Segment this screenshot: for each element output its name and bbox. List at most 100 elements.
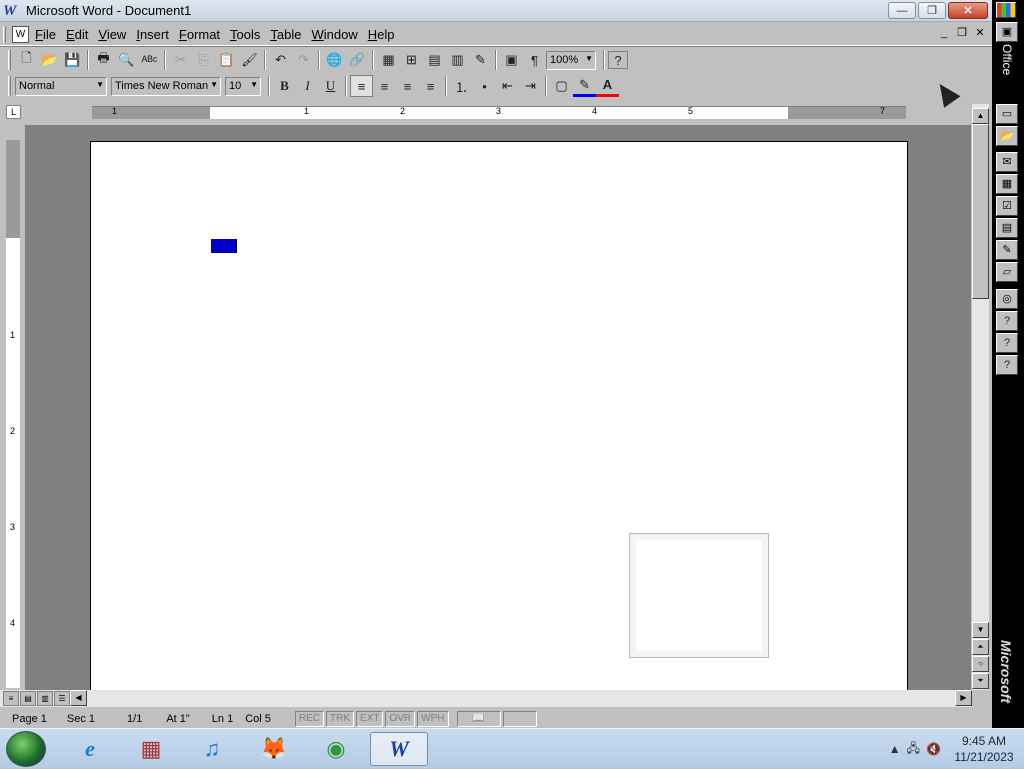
menu-file[interactable]: File [30,27,61,43]
menu-help[interactable]: Help [363,27,400,43]
chrome-icon[interactable]: ◉ [312,732,360,766]
help-icon[interactable]: ? [996,355,1018,375]
menu-edit[interactable]: Edit [61,27,93,43]
rec-indicator[interactable]: REC [294,710,325,727]
new-message-icon[interactable]: ✉ [996,152,1018,172]
columns-icon[interactable]: ▥ [446,49,469,71]
volume-muted-icon[interactable]: 🔇 [926,742,941,756]
document-map-icon[interactable]: ▣ [500,49,523,71]
doc-restore-button[interactable]: ❐ [954,26,970,40]
cut-icon[interactable]: ✂ [169,49,192,71]
vertical-scrollbar[interactable]: ▲ ▼ ⏶ ○ ⏷ [972,104,989,690]
numbering-icon[interactable]: ⒈ [450,75,473,97]
prev-page-button[interactable]: ⏶ [972,639,989,655]
insert-excel-icon[interactable]: ▤ [423,49,446,71]
new-office-doc-icon[interactable]: ▭ [996,104,1018,124]
open-folder-icon[interactable]: 📂 [38,49,61,71]
new-note-icon[interactable]: ▱ [996,262,1018,282]
scroll-down-button[interactable]: ▼ [972,622,989,638]
print-icon[interactable]: 🖶 [92,49,115,71]
redo-icon[interactable]: ↷ [292,49,315,71]
align-left-icon[interactable]: ≡ [350,75,373,97]
selected-text[interactable] [211,239,237,253]
menu-table[interactable]: Table [265,27,306,43]
media-center-icon[interactable]: ▦ [127,732,175,766]
menu-tools[interactable]: Tools [225,27,265,43]
word-taskbar-button[interactable]: W [370,732,428,766]
font-color-icon[interactable]: A [596,75,619,97]
scroll-up-button[interactable]: ▲ [972,108,989,124]
internet-explorer-icon[interactable]: e [66,732,114,766]
start-button[interactable] [6,731,46,767]
save-icon[interactable]: 💾 [61,49,84,71]
ext-indicator[interactable]: EXT [356,710,384,727]
normal-view-button[interactable]: ≡ [3,691,19,706]
bold-button[interactable]: B [273,75,296,97]
ruler-strip[interactable]: 1 1 2 3 4 5 7 [92,106,906,119]
toolbar-grip[interactable] [8,76,11,96]
firefox-icon[interactable]: 🦊 [250,732,298,766]
wph-indicator[interactable]: WPH [417,710,449,727]
ovr-indicator[interactable]: OVR [385,710,416,727]
show-hidden-icons-icon[interactable]: ▲ [889,742,901,756]
border-icon[interactable]: ▢ [550,75,573,97]
scroll-thumb[interactable] [972,124,989,299]
outline-view-button[interactable]: ☰ [54,691,70,706]
drawing-icon[interactable]: ✎ [469,49,492,71]
itunes-icon[interactable]: ♫ [188,732,236,766]
tables-borders-icon[interactable]: ▦ [377,49,400,71]
menu-insert[interactable]: Insert [131,27,174,43]
open-office-doc-icon[interactable]: 📂 [996,126,1018,146]
highlight-icon[interactable]: ✎ [573,75,596,97]
vertical-ruler[interactable]: 1 2 3 4 [6,140,20,688]
format-painter-icon[interactable]: 🖌 [238,49,261,71]
msn-icon[interactable]: ◎ [996,289,1018,309]
new-document-icon[interactable]: 🗋 [15,49,38,71]
hyperlink-icon[interactable]: 🔗 [346,49,369,71]
scroll-left-button[interactable]: ◀ [70,690,87,706]
clock[interactable]: 9:45 AM 11/21/2023 [944,733,1024,765]
font-size-combo[interactable]: 10 ▼ [225,76,261,96]
new-contact-icon[interactable]: ▤ [996,218,1018,238]
trk-indicator[interactable]: TRK [326,710,355,727]
align-center-icon[interactable]: ≡ [373,75,396,97]
restore-button[interactable]: ❐ [918,2,946,19]
spelling-icon[interactable]: ᴬᴮᶜ [138,49,161,71]
bullets-icon[interactable]: • [473,75,496,97]
copy-icon[interactable]: ⎘ [192,49,215,71]
align-right-icon[interactable]: ≡ [396,75,419,97]
show-hide-icon[interactable]: ¶ [523,49,546,71]
justify-icon[interactable]: ≡ [419,75,442,97]
horizontal-scrollbar[interactable]: ≡ ▤ ▥ ☰ ◀ ▶ [0,690,972,707]
increase-indent-icon[interactable]: ⇥ [519,75,542,97]
doc-minimize-button[interactable]: _ [936,26,952,40]
select-browse-object-button[interactable]: ○ [972,656,989,672]
help-icon[interactable]: ? [996,311,1018,331]
toolbar-grip[interactable] [8,50,11,70]
print-preview-icon[interactable]: 🔍 [115,49,138,71]
spelling-status-icon[interactable]: 📖 [456,710,501,727]
office-menu-icon[interactable]: ▣ [996,22,1018,42]
underline-button[interactable]: U [319,75,342,97]
scroll-right-button[interactable]: ▶ [955,690,972,706]
minimize-button[interactable]: — [888,2,916,19]
menu-window[interactable]: Window [306,27,362,43]
word-app-icon[interactable]: W [3,3,19,19]
italic-button[interactable]: I [296,75,319,97]
menubar-grip[interactable] [3,26,6,43]
undo-icon[interactable]: ↶ [269,49,292,71]
network-icon[interactable]: 🖧 [907,739,920,760]
office-logo-icon[interactable] [996,2,1016,18]
next-page-button[interactable]: ⏷ [972,673,989,689]
print-layout-button[interactable]: ▥ [37,691,53,706]
tab-selector[interactable]: L [6,105,21,119]
zoom-combo[interactable]: 100% ▼ [546,50,596,70]
document-icon[interactable]: W [12,26,29,43]
close-button[interactable]: ✕ [948,2,988,19]
web-layout-button[interactable]: ▤ [20,691,36,706]
help-icon[interactable]: ? [608,51,628,69]
document-page[interactable] [90,141,908,690]
new-appointment-icon[interactable]: ▦ [996,174,1018,194]
decrease-indent-icon[interactable]: ⇤ [496,75,519,97]
new-journal-icon[interactable]: ✎ [996,240,1018,260]
